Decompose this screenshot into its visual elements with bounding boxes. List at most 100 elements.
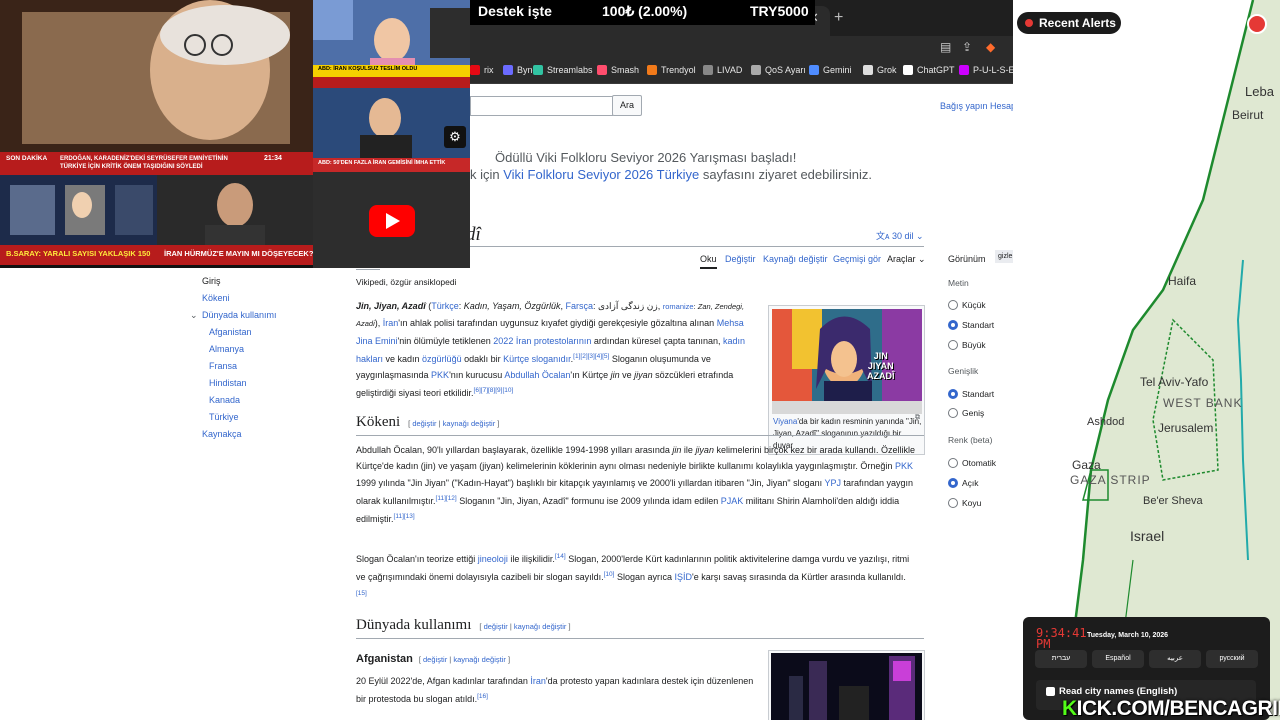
radio-width-standard[interactable]: Standart <box>948 389 994 399</box>
recent-alerts-button[interactable]: Recent Alerts <box>1017 12 1121 34</box>
gear-icon[interactable]: ⚙ <box>444 126 466 148</box>
language-count: 30 dil <box>891 231 914 241</box>
toc-item[interactable]: Fransa <box>209 361 237 371</box>
banner-subline: k için Viki Folkloru Seviyor 2026 Türkiy… <box>470 167 872 182</box>
new-tab-icon[interactable]: + <box>834 9 843 27</box>
bookmark-label: Grok <box>877 65 897 75</box>
radio-standard[interactable]: Standart <box>948 320 994 330</box>
toc-item[interactable]: Kanada <box>209 395 240 405</box>
language-button[interactable]: 文ᴀ 30 dil ⌄ <box>876 229 924 242</box>
lang-russian[interactable]: русский <box>1206 650 1258 668</box>
mural-image[interactable]: JIN JIYAN AZADÎ <box>772 309 922 414</box>
mural-figure[interactable]: JIN JIYAN AZADÎ ⧉ Viyana'da bir kadın re… <box>768 305 925 455</box>
toc-intro[interactable]: Giriş <box>202 276 221 286</box>
map-label-beirut: Beirut <box>1232 108 1264 122</box>
toc-world[interactable]: Dünyada kullanımı <box>202 310 277 320</box>
bookmark-item[interactable]: LIVAD <box>703 65 742 75</box>
app-title: Tzofar - Red Alert <box>1139 15 1239 29</box>
search-input[interactable] <box>470 96 613 116</box>
city-image[interactable] <box>769 651 924 720</box>
radio-icon[interactable] <box>948 320 958 330</box>
radio-label: Açık <box>962 478 979 488</box>
toc-item[interactable]: Hindistan <box>209 378 247 388</box>
tab-edit-source[interactable]: Kaynağı değiştir <box>763 254 828 264</box>
map-label-tel-aviv: Tel Aviv-Yafo <box>1140 375 1209 389</box>
brave-shield-icon[interactable]: ◆ <box>986 40 995 54</box>
tab-edit[interactable]: Değiştir <box>725 254 756 264</box>
appearance-title: Görünüm <box>948 254 986 264</box>
radio-icon[interactable] <box>948 389 958 399</box>
lang-hebrew[interactable]: עברית <box>1035 650 1087 668</box>
edit-link[interactable]: değiştir <box>423 655 447 664</box>
radio-icon[interactable] <box>948 458 958 468</box>
city-figure[interactable] <box>768 650 925 720</box>
toc-origin[interactable]: Kökeni <box>202 293 230 303</box>
banner-link[interactable]: Viki Folkloru Seviyor 2026 Türkiye <box>503 167 699 182</box>
bookmark-label: rix <box>484 65 494 75</box>
radio-large[interactable]: Büyük <box>948 340 986 350</box>
bookmark-item[interactable]: Gemini <box>809 65 852 75</box>
screen: ✕ + ▤ ⇪ ◆ rixBynoStreamlabsSmashTrendyol… <box>0 0 1280 720</box>
edit-link[interactable]: değiştir <box>412 419 436 428</box>
toc-item[interactable]: Afganistan <box>209 327 252 337</box>
read-names-label: Read city names (English) <box>1059 686 1178 697</box>
bottom-right-headline: İRAN HÜRMÜZ'E MAYIN MI DÖŞEYECEK? <box>164 249 314 258</box>
banner-suffix: sayfasını ziyaret edebilirsiniz. <box>699 167 872 182</box>
caption-link[interactable]: Viyana <box>773 417 797 426</box>
lang-arabic[interactable]: عربيه <box>1149 650 1201 668</box>
radio-color-auto[interactable]: Otomatik <box>948 458 996 468</box>
toc-collapse-icon[interactable]: ⌄ <box>190 310 198 321</box>
heading-text: Afganistan <box>356 653 413 665</box>
radio-color-light[interactable]: Açık <box>948 478 979 488</box>
banner-prefix: k için <box>470 167 504 182</box>
hide-button[interactable]: gizle <box>995 250 1013 263</box>
toc-item[interactable]: Almanya <box>209 344 244 354</box>
bookmark-item[interactable]: QoS Ayarı <box>751 65 806 75</box>
ticker-tag: SON DAKİKA <box>6 155 48 162</box>
section-heading-world: Dünyada kullanımı [ değiştir | kaynağı de… <box>356 617 571 634</box>
radio-label: Koyu <box>962 498 982 508</box>
edit-link[interactable]: değiştir <box>484 622 508 631</box>
radio-label: Geniş <box>962 408 985 418</box>
bookmark-item[interactable]: P-U-L-S-E <box>959 65 1013 75</box>
radio-icon[interactable] <box>948 498 958 508</box>
bookmark-favicon-icon <box>597 65 607 75</box>
mural-lettering: JIN JIYAN AZADÎ <box>867 351 895 381</box>
width-label: Genişlik <box>948 366 979 376</box>
donate-link[interactable]: Bağış yapın <box>940 101 988 111</box>
radio-color-dark[interactable]: Koyu <box>948 498 981 508</box>
search-button[interactable]: Ara <box>612 95 642 116</box>
radio-icon[interactable] <box>948 300 958 310</box>
lang-spanish[interactable]: Español <box>1092 650 1144 668</box>
edit-source-link[interactable]: kaynağı değiştir <box>443 419 496 428</box>
radio-icon[interactable] <box>948 340 958 350</box>
mural-word: JIN <box>873 351 888 361</box>
bookmark-item[interactable]: Trendyol <box>647 65 696 75</box>
heading-text: Kökeni <box>356 414 401 430</box>
radio-icon[interactable] <box>948 408 958 418</box>
bookmark-item[interactable]: ChatGPT <box>903 65 955 75</box>
reader-icon[interactable]: ▤ <box>940 40 951 54</box>
tools-menu[interactable]: Araçlar ⌄ <box>887 254 926 265</box>
radio-icon[interactable] <box>948 478 958 488</box>
app-logo-icon <box>1247 14 1267 34</box>
bookmark-favicon-icon <box>809 65 819 75</box>
bookmark-label: ChatGPT <box>917 65 955 75</box>
share-icon[interactable]: ⇪ <box>962 40 972 54</box>
heading-divider <box>356 638 924 639</box>
tab-history[interactable]: Geçmişi gör <box>833 254 881 264</box>
radio-small[interactable]: Küçük <box>948 300 986 310</box>
bookmark-item[interactable]: Grok <box>863 65 897 75</box>
bookmark-item[interactable]: Streamlabs <box>533 65 593 75</box>
radio-width-wide[interactable]: Geniş <box>948 408 984 418</box>
map-label-west-bank: WEST BANK <box>1163 396 1243 410</box>
account-link[interactable]: Hesap <box>990 101 1013 111</box>
tab-read[interactable]: Oku <box>700 254 717 269</box>
toc-item[interactable]: Türkiye <box>209 412 239 422</box>
read-names-checkbox[interactable] <box>1046 687 1055 696</box>
bookmark-item[interactable]: rix <box>470 65 494 75</box>
edit-source-link[interactable]: kaynağı değiştir <box>453 655 506 664</box>
edit-source-link[interactable]: kaynağı değiştir <box>514 622 567 631</box>
bookmark-item[interactable]: Smash <box>597 65 639 75</box>
toc-sources[interactable]: Kaynakça <box>202 429 242 439</box>
